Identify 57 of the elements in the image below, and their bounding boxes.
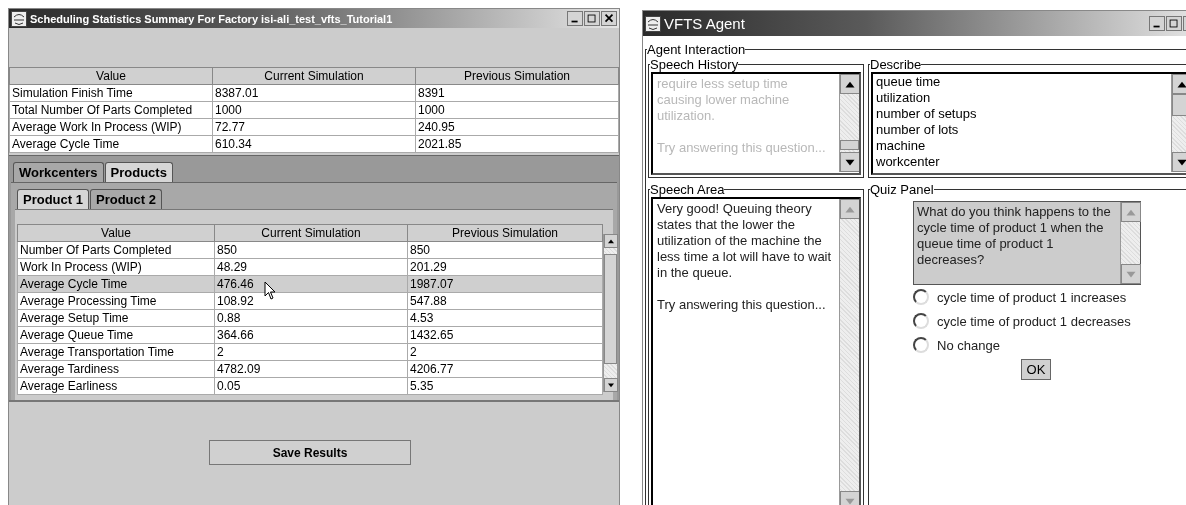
radio-button[interactable] xyxy=(913,289,929,305)
mouse-pointer-icon xyxy=(264,281,276,300)
column-header[interactable]: Value xyxy=(9,67,213,85)
group-title: Speech Area xyxy=(650,182,725,197)
app-icon xyxy=(11,10,27,27)
speech-area-box[interactable]: Very good! Queuing theory states that the lower the utilization of the machine the less time a lot will have to wait in the queue. Try answering this question... xyxy=(651,197,861,505)
minimize-icon[interactable] xyxy=(1149,16,1165,31)
save-results-button[interactable]: Save Results xyxy=(209,440,411,465)
column-header[interactable]: Value xyxy=(17,224,215,242)
maximize-icon[interactable] xyxy=(584,11,600,26)
tab[interactable]: Workcenters xyxy=(13,162,104,182)
scroll-up-button[interactable] xyxy=(1172,74,1186,94)
scroll-up-button[interactable] xyxy=(840,74,859,94)
list-item[interactable]: number of lots xyxy=(876,122,1168,138)
window-title: Scheduling Statistics Summary For Factory isi-ali_test_vfts_Tutorial1 xyxy=(30,12,394,25)
app-icon xyxy=(645,15,661,32)
list-item[interactable]: workcenter xyxy=(876,154,1168,170)
scroll-thumb[interactable] xyxy=(840,140,859,150)
list-item[interactable]: number of setups xyxy=(876,106,1168,122)
scrollbar[interactable] xyxy=(603,234,617,392)
group-title: Describe xyxy=(870,57,922,72)
tab[interactable]: Products xyxy=(104,162,173,182)
question-text: What do you think happens to the cycle time of product 1 when the queue time of product 1 decreases? xyxy=(916,203,1112,269)
scroll-thumb[interactable] xyxy=(1172,94,1186,116)
speech-text: Try answering this question... xyxy=(657,140,827,156)
list-item[interactable]: queue time xyxy=(876,74,1168,90)
close-icon[interactable] xyxy=(601,11,617,26)
scrollbar[interactable] xyxy=(839,74,859,172)
scrollbar[interactable] xyxy=(1171,74,1186,172)
list-item[interactable]: machine xyxy=(876,138,1168,154)
scroll-up-button[interactable] xyxy=(604,234,618,248)
scroll-down-button[interactable] xyxy=(604,378,618,392)
column-header[interactable]: Previous Simulation xyxy=(415,67,619,85)
scroll-down-button[interactable] xyxy=(840,152,859,172)
minimize-icon[interactable] xyxy=(567,11,583,26)
group-title: Agent Interaction xyxy=(647,42,746,57)
group-title: Quiz Panel xyxy=(870,182,934,197)
radio-button[interactable] xyxy=(913,337,929,353)
column-header[interactable]: Previous Simulation xyxy=(407,224,603,242)
speech-text: require less setup time causing lower machine utilization. xyxy=(657,76,791,124)
option-label[interactable]: cycle time of product 1 increases xyxy=(937,289,1127,305)
maximize-icon[interactable] xyxy=(1166,16,1182,31)
tab[interactable]: Product 2 xyxy=(89,189,162,209)
scroll-thumb[interactable] xyxy=(604,254,617,364)
tab[interactable]: Product 1 xyxy=(17,189,89,209)
option-label[interactable]: No change xyxy=(937,337,1000,353)
speech-text: Very good! Queuing theory states that the lower the utilization of the machine the less time a lot will have to wait in the queue. xyxy=(657,201,833,281)
radio-button[interactable] xyxy=(913,313,929,329)
group-title: Speech History xyxy=(650,57,739,72)
column-header[interactable]: Current Simulation xyxy=(214,224,408,242)
column-header[interactable]: Current Simulation xyxy=(212,67,416,85)
list-item[interactable]: utilization xyxy=(876,90,1168,106)
option-label[interactable]: cycle time of product 1 decreases xyxy=(937,313,1131,329)
ok-button[interactable]: OK xyxy=(1020,359,1052,380)
window-title: VFTS Agent xyxy=(664,15,746,32)
scroll-down-button[interactable] xyxy=(1172,152,1186,172)
speech-text: Try answering this question... xyxy=(657,297,827,313)
